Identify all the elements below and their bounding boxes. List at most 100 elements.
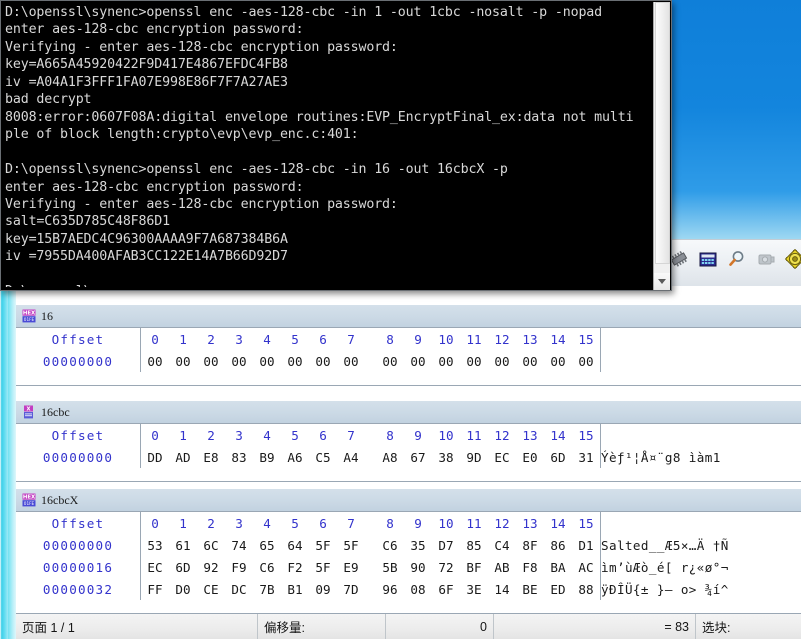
- hex-cell[interactable]: 00: [572, 350, 601, 372]
- hex-cell[interactable]: 00: [460, 350, 488, 372]
- hex-cell[interactable]: BE: [516, 578, 544, 600]
- hex-cell[interactable]: DC: [225, 578, 253, 600]
- chip-icon[interactable]: [669, 249, 689, 269]
- hex-cell[interactable]: 00: [197, 350, 225, 372]
- hex-cell[interactable]: B9: [253, 446, 281, 468]
- hex-cell[interactable]: AD: [169, 446, 197, 468]
- hex-cell[interactable]: 67: [404, 446, 432, 468]
- hex-row[interactable]: 00000000 DD AD E8 83 B9 A6 C5 A4 A8 67 3…: [16, 446, 801, 468]
- hex-cell[interactable]: FF: [141, 578, 170, 600]
- hex-cell[interactable]: BA: [544, 556, 572, 578]
- ascii-cell[interactable]: Salted__Æ5×…Ä †Ñ: [600, 534, 801, 556]
- hex-cell[interactable]: 00: [488, 350, 516, 372]
- hex-cell[interactable]: 65: [253, 534, 281, 556]
- pane-titlebar[interactable]: HEX 01FE 16: [16, 305, 801, 327]
- hex-cell[interactable]: 31: [572, 446, 601, 468]
- hex-cell[interactable]: 5F: [337, 534, 365, 556]
- hex-row[interactable]: 00000000 53 61 6C 74 65 64 5F 5F C6 35 D…: [16, 534, 801, 556]
- calculator-icon[interactable]: [698, 249, 718, 269]
- hex-cell[interactable]: D0: [169, 578, 197, 600]
- hex-cell[interactable]: 92: [197, 556, 225, 578]
- hex-cell[interactable]: 6C: [197, 534, 225, 556]
- hex-cell[interactable]: CE: [197, 578, 225, 600]
- pane-body[interactable]: Offset 0 1 2 3 4 5 6 7 8 9 10 11 12 13 1…: [16, 511, 801, 614]
- pane-titlebar[interactable]: X 16cbc: [16, 401, 801, 423]
- hex-row[interactable]: 00000032 FF D0 CE DC 7B B1 09 7D 96 08 6…: [16, 578, 801, 600]
- hex-cell[interactable]: 00: [169, 350, 197, 372]
- hex-cell[interactable]: 7D: [337, 578, 365, 600]
- hex-cell[interactable]: 85: [460, 534, 488, 556]
- ascii-cell[interactable]: [600, 350, 801, 372]
- hex-cell[interactable]: 6D: [544, 446, 572, 468]
- hex-cell[interactable]: A6: [281, 446, 309, 468]
- command-prompt-window[interactable]: D:\openssl\synenc>openssl enc -aes-128-c…: [0, 0, 672, 291]
- hex-cell[interactable]: 09: [309, 578, 337, 600]
- hex-cell[interactable]: 53: [141, 534, 170, 556]
- hex-cell[interactable]: 5F: [309, 556, 337, 578]
- ascii-cell[interactable]: ìm’ùÆò_é[ r¿«ø°¬: [600, 556, 801, 578]
- hex-cell[interactable]: 00: [404, 350, 432, 372]
- hex-cell[interactable]: 61: [169, 534, 197, 556]
- hex-cell[interactable]: 00: [337, 350, 365, 372]
- hex-cell[interactable]: E8: [197, 446, 225, 468]
- scrollbar-thumb[interactable]: [655, 2, 670, 264]
- hex-row[interactable]: 00000016 EC 6D 92 F9 C6 F2 5F E9 5B 90 7…: [16, 556, 801, 578]
- hex-cell[interactable]: 88: [572, 578, 601, 600]
- hex-cell[interactable]: 74: [225, 534, 253, 556]
- hex-cell[interactable]: 96: [365, 578, 404, 600]
- hex-cell[interactable]: F8: [516, 556, 544, 578]
- hex-cell[interactable]: 3E: [460, 578, 488, 600]
- hex-cell[interactable]: E9: [337, 556, 365, 578]
- hex-cell[interactable]: 86: [544, 534, 572, 556]
- hex-cell[interactable]: ED: [544, 578, 572, 600]
- hex-cell[interactable]: 00: [309, 350, 337, 372]
- hex-cell[interactable]: B1: [281, 578, 309, 600]
- hex-cell[interactable]: 72: [432, 556, 460, 578]
- hex-cell[interactable]: AB: [488, 556, 516, 578]
- hex-cell[interactable]: 14: [488, 578, 516, 600]
- gear-icon[interactable]: [784, 248, 801, 270]
- hex-cell[interactable]: 83: [225, 446, 253, 468]
- scrollbar-down-button[interactable]: [654, 273, 670, 290]
- hex-cell[interactable]: C6: [253, 556, 281, 578]
- pane-titlebar[interactable]: HEX 01FE 16cbcX: [16, 489, 801, 511]
- hex-cell[interactable]: 9D: [460, 446, 488, 468]
- camera-icon[interactable]: [756, 249, 776, 269]
- pane-body[interactable]: Offset 0 1 2 3 4 5 6 7 8 9 10 11 12 13 1…: [16, 423, 801, 482]
- hex-cell[interactable]: C4: [488, 534, 516, 556]
- hex-cell[interactable]: 5F: [309, 534, 337, 556]
- hex-cell[interactable]: F2: [281, 556, 309, 578]
- hex-cell[interactable]: D1: [572, 534, 601, 556]
- hex-cell[interactable]: C6: [365, 534, 404, 556]
- hex-cell[interactable]: 38: [432, 446, 460, 468]
- ascii-cell[interactable]: ÿÐÎÜ{± }– o> ¾í^: [600, 578, 801, 600]
- hex-cell[interactable]: 00: [365, 350, 404, 372]
- hex-cell[interactable]: 64: [281, 534, 309, 556]
- hex-cell[interactable]: 90: [404, 556, 432, 578]
- hex-cell[interactable]: A4: [337, 446, 365, 468]
- hex-cell[interactable]: 00: [253, 350, 281, 372]
- hex-cell[interactable]: A8: [365, 446, 404, 468]
- hex-cell[interactable]: C5: [309, 446, 337, 468]
- hex-cell[interactable]: 35: [404, 534, 432, 556]
- hex-cell[interactable]: 6D: [169, 556, 197, 578]
- hex-cell[interactable]: 8F: [516, 534, 544, 556]
- ascii-cell[interactable]: Ý­èƒ¹¦Å¤¨g8 ìàm1: [600, 446, 801, 468]
- hex-cell[interactable]: 08: [404, 578, 432, 600]
- hex-cell[interactable]: 00: [432, 350, 460, 372]
- hex-cell[interactable]: EC: [488, 446, 516, 468]
- hex-cell[interactable]: 00: [225, 350, 253, 372]
- hex-cell[interactable]: DD: [141, 446, 170, 468]
- hex-cell[interactable]: 00: [281, 350, 309, 372]
- hex-cell[interactable]: 7B: [253, 578, 281, 600]
- hex-cell[interactable]: BF: [460, 556, 488, 578]
- hex-cell[interactable]: 5B: [365, 556, 404, 578]
- hex-cell[interactable]: F9: [225, 556, 253, 578]
- hex-cell[interactable]: 00: [141, 350, 170, 372]
- hex-cell[interactable]: 00: [516, 350, 544, 372]
- hex-cell[interactable]: EC: [141, 556, 170, 578]
- magnifier-icon[interactable]: [727, 249, 747, 269]
- hex-cell[interactable]: 6F: [432, 578, 460, 600]
- pane-body[interactable]: Offset 0 1 2 3 4 5 6 7 8 9 10 11 12 13 1…: [16, 327, 801, 386]
- console-scrollbar[interactable]: [653, 2, 670, 290]
